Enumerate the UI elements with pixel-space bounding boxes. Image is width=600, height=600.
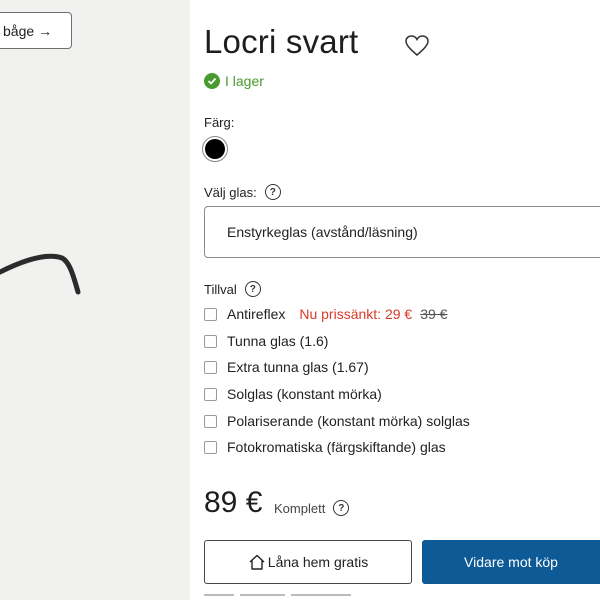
- house-icon: [249, 554, 265, 570]
- cut-off-text: [204, 594, 364, 600]
- proceed-to-buy-button[interactable]: Vidare mot köp: [422, 540, 600, 584]
- color-swatch-black[interactable]: [202, 136, 228, 162]
- option-label: Extra tunna glas (1.67): [227, 359, 369, 375]
- checkbox[interactable]: [204, 440, 217, 454]
- color-label: Färg:: [204, 115, 235, 130]
- arrow-right-icon: →: [38, 22, 53, 39]
- option-row-extra-thin[interactable]: Extra tunna glas (1.67): [204, 359, 369, 375]
- product-image-panel: båge →: [0, 0, 190, 600]
- lens-select[interactable]: Enstyrkeglas (avstånd/läsning): [204, 206, 600, 258]
- checkbox[interactable]: [204, 307, 217, 321]
- loan-home-label: Låna hem gratis: [267, 554, 369, 570]
- price-amount: 89 €: [204, 486, 263, 519]
- checkbox[interactable]: [204, 360, 217, 374]
- old-price: 39 €: [420, 306, 448, 322]
- swatch-fill: [205, 139, 225, 159]
- product-title: Locri svart: [204, 23, 359, 60]
- proceed-to-buy-label: Vidare mot köp: [464, 554, 558, 570]
- loan-home-button[interactable]: Låna hem gratis: [204, 540, 412, 584]
- checkbox[interactable]: [204, 334, 217, 348]
- lens-select-value: Enstyrkeglas (avstånd/läsning): [227, 224, 418, 240]
- help-icon[interactable]: ?: [244, 281, 261, 297]
- option-label: Solglas (konstant mörka): [227, 386, 382, 402]
- option-row-photochromic[interactable]: Fotokromatiska (färgskiftande) glas: [204, 439, 446, 455]
- sale-price: Nu prissänkt: 29 €: [299, 306, 413, 322]
- check-icon: [204, 73, 220, 89]
- stock-label: I lager: [225, 73, 264, 89]
- option-row-antireflex[interactable]: Antireflex Nu prissänkt: 29 € 39 €: [204, 306, 447, 322]
- lens-label: Välj glas: ?: [204, 184, 281, 200]
- checkbox[interactable]: [204, 414, 217, 428]
- option-label: Polariserande (konstant mörka) solglas: [227, 413, 470, 429]
- checkbox[interactable]: [204, 387, 217, 401]
- lens-label-text: Välj glas:: [204, 184, 257, 200]
- option-label: Antireflex: [227, 306, 286, 322]
- option-row-sun[interactable]: Solglas (konstant mörka): [204, 386, 382, 402]
- help-icon[interactable]: ?: [333, 500, 350, 516]
- option-label: Tunna glas (1.6): [227, 333, 329, 349]
- option-label: Fotokromatiska (färgskiftande) glas: [227, 439, 446, 455]
- help-icon[interactable]: ?: [264, 184, 281, 200]
- stock-status: I lager: [204, 73, 264, 89]
- price-note: Komplett ?: [274, 500, 350, 516]
- options-label-text: Tillval: [204, 281, 237, 297]
- option-row-thin[interactable]: Tunna glas (1.6): [204, 333, 328, 349]
- try-frame-label: båge: [3, 22, 35, 39]
- try-frame-button[interactable]: båge →: [0, 12, 72, 49]
- price-note-text: Komplett: [274, 500, 326, 516]
- option-row-polarized[interactable]: Polariserande (konstant mörka) solglas: [204, 413, 470, 429]
- glasses-frame-image: [0, 253, 81, 295]
- heart-icon[interactable]: [404, 34, 430, 58]
- options-label: Tillval ?: [204, 281, 261, 297]
